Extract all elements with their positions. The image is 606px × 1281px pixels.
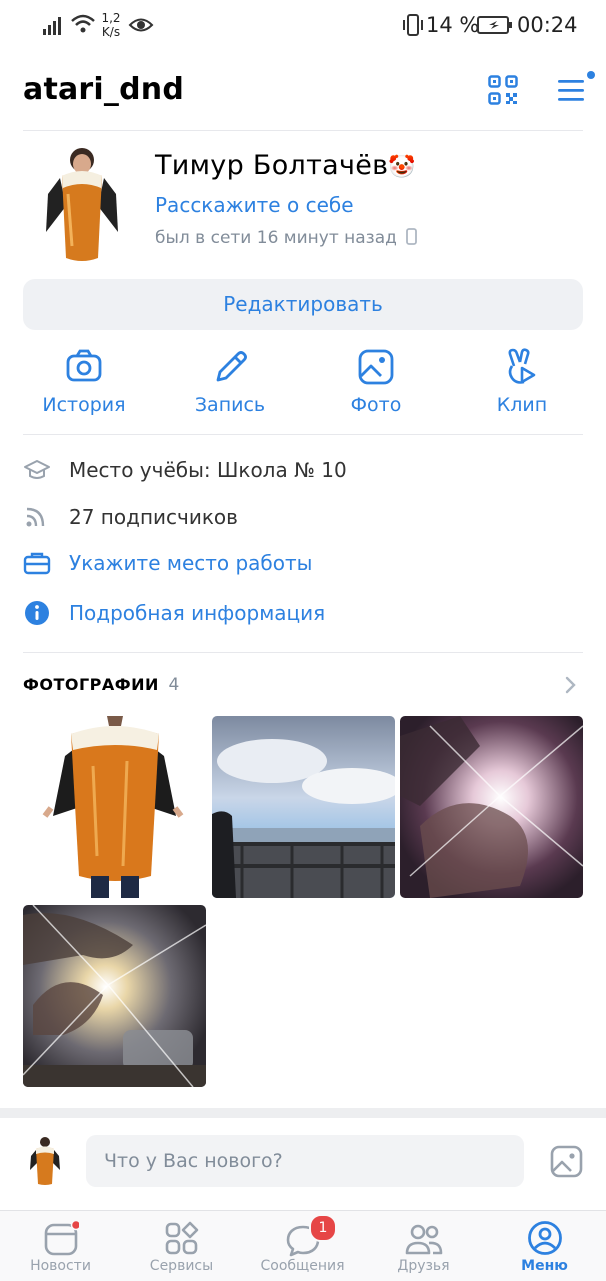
last-seen-status: был в сети 16 минут назад [155,228,418,248]
qr-code-icon[interactable] [488,75,518,105]
photos-title: ФОТОГРАФИИ [23,675,159,694]
avatar[interactable] [38,146,126,264]
menu-hamburger-icon[interactable] [556,70,596,106]
chevron-right-icon[interactable] [563,675,579,695]
tab-services[interactable]: Сервисы [121,1211,242,1281]
news-icon [44,1221,79,1256]
status-bar: 1,2 K/s 14 % 00:24 [0,0,606,52]
info-details-link[interactable]: Подробная информация [23,596,325,630]
edit-profile-button[interactable]: Редактировать [23,279,583,330]
education-text: Место учёбы: Школа № 10 [69,458,347,482]
tab-news-label: Новости [30,1258,91,1274]
briefcase-icon [23,552,51,575]
tab-services-label: Сервисы [149,1258,214,1274]
action-photo-label: Фото [350,394,402,416]
vibrate-icon [403,14,423,36]
clock: 00:24 [517,13,578,37]
info-icon [25,601,49,625]
riverside-sky-photo [212,716,395,898]
action-photo[interactable]: Фото [316,348,436,416]
tab-friends-label: Друзья [397,1258,450,1274]
sun-through-fingers-photo [400,716,583,898]
photo-thumbnail[interactable] [23,716,206,898]
details-link-text: Подробная информация [69,601,326,625]
action-clip-label: Клип [496,394,548,416]
action-story-label: История [42,394,126,416]
attach-photo-icon[interactable] [550,1145,584,1179]
friends-icon [405,1224,443,1255]
composer-avatar [27,1136,63,1186]
section-separator [0,1108,606,1118]
rss-followers-icon [26,507,45,527]
pencil-icon [216,351,247,382]
eye-icon [128,18,154,32]
tab-menu[interactable]: Меню [484,1211,605,1281]
divider [23,652,583,653]
graduation-cap-icon [24,460,50,479]
battery-icon [477,16,512,34]
divider [23,130,583,131]
profile-name: Тимур Болтачёв🤡 [155,150,416,181]
tab-messages[interactable]: 1 Сообщения [242,1211,363,1281]
followers-text: 27 подписчиков [69,505,238,529]
about-link[interactable]: Расскажите о себе [155,193,354,217]
divider [23,434,583,435]
network-speed-value: 1,2 [101,11,121,25]
sunset-fingers-photo [23,905,206,1087]
info-work-link[interactable]: Укажите место работы [23,546,312,580]
info-followers[interactable]: 27 подписчиков [23,500,238,534]
tab-news[interactable]: Новости [0,1211,121,1281]
action-story[interactable]: История [24,348,144,416]
tab-menu-label: Меню [521,1258,568,1274]
work-link-text: Укажите место работы [69,551,313,575]
beer-costume-photo [42,716,184,898]
tab-messages-label: Сообщения [260,1258,345,1274]
last-seen-text: был в сети 16 минут назад [155,228,397,248]
beer-costume-avatar [46,148,118,261]
photo-thumbnail[interactable] [212,716,395,898]
action-post-label: Запись [194,394,266,416]
profile-name-text: Тимур Болтачёв [155,150,389,181]
battery-percent: 14 % [426,13,480,37]
wifi-icon [71,14,95,33]
camera-icon [66,349,102,382]
network-speed: 1,2 K/s [98,11,124,39]
photos-header[interactable]: ФОТОГРАФИИ 4 [23,675,180,695]
profile-icon [528,1221,562,1255]
action-post[interactable]: Запись [170,348,290,416]
photo-thumbnail[interactable] [23,905,206,1087]
signal-icon [43,17,61,35]
photos-count: 4 [168,675,180,695]
messages-badge: 1 [309,1214,337,1242]
clip-icon [508,348,536,384]
image-icon [358,349,394,385]
services-icon [165,1221,199,1255]
info-education: Место учёбы: Школа № 10 [23,453,347,487]
action-clip[interactable]: Клип [462,348,582,416]
clown-emoji-icon: 🤡 [388,155,417,180]
beer-costume-avatar-small [30,1137,60,1185]
username-title: atari_dnd [23,72,185,107]
tab-friends[interactable]: Друзья [363,1211,484,1281]
network-speed-unit: K/s [101,25,121,39]
bottom-tab-bar: Новости Сервисы 1 Сообщения Друзья Меню [0,1210,606,1281]
mobile-phone-icon [406,228,418,245]
photo-thumbnail[interactable] [400,716,583,898]
new-post-input[interactable]: Что у Вас нового? [86,1135,524,1187]
